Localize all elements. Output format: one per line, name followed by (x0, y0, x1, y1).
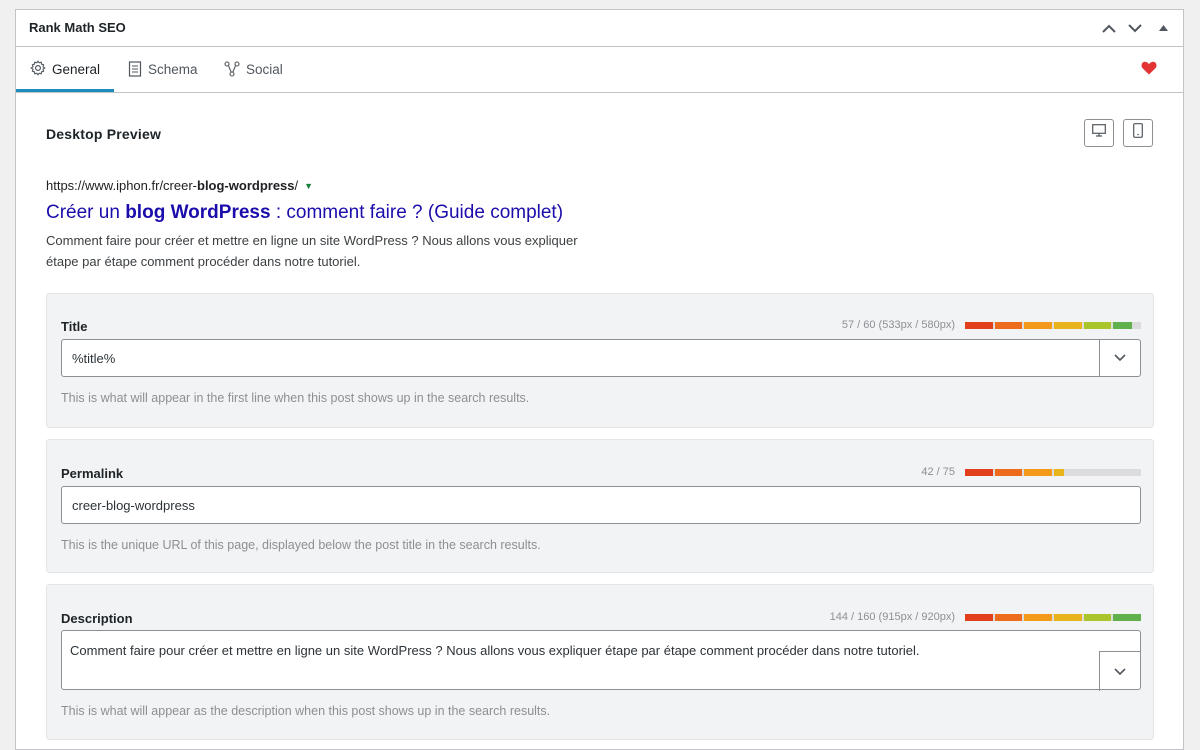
panel-header: Rank Math SEO (16, 10, 1183, 47)
serp-title-part1: Créer un (46, 202, 126, 223)
description-length-bar (965, 614, 1141, 621)
rank-math-seo-panel: Rank Math SEO General Schema Social Desk… (15, 9, 1184, 750)
title-help-text: This is what will appear in the first li… (61, 391, 530, 405)
permalink-label: Permalink (61, 466, 124, 481)
title-input-value: %title% (72, 351, 116, 366)
length-bar-segment (1054, 322, 1082, 329)
panel-title: Rank Math SEO (29, 20, 126, 35)
chevron-down-icon[interactable] (1099, 651, 1140, 691)
tab-schema-label: Schema (148, 61, 198, 77)
serp-title: Créer un blog WordPress : comment faire … (46, 202, 563, 224)
triangle-up-icon[interactable] (1153, 18, 1173, 38)
document-icon (128, 61, 142, 77)
mobile-preview-button[interactable] (1123, 119, 1153, 147)
description-label: Description (61, 611, 133, 626)
length-bar-segment (1083, 614, 1112, 621)
length-bar-segment (994, 469, 1023, 476)
tab-social[interactable]: Social (224, 47, 283, 91)
heart-icon[interactable] (1141, 61, 1157, 80)
permalink-help-text: This is the unique URL of this page, dis… (61, 538, 541, 552)
length-bar-segment (994, 322, 1023, 329)
description-textarea[interactable]: Comment faire pour créer et mettre en li… (61, 630, 1141, 691)
serp-url-suffix: / (294, 178, 299, 193)
mobile-icon (1133, 123, 1143, 143)
serp-url: https://www.iphon.fr/creer-blog-wordpres… (46, 178, 313, 193)
tab-general-label: General (52, 62, 101, 77)
chevron-up-icon[interactable] (1099, 18, 1119, 38)
preview-heading: Desktop Preview (46, 126, 162, 142)
length-bar-segment (1024, 614, 1052, 621)
chevron-down-icon[interactable] (1125, 18, 1145, 38)
length-bar-segment (1054, 614, 1082, 621)
serp-title-bold: blog WordPress (125, 202, 271, 223)
chevron-down-icon[interactable] (1099, 340, 1140, 376)
serp-url-bold: blog-wordpress (197, 178, 295, 193)
length-bar-segment (965, 614, 993, 621)
length-bar-segment (1024, 469, 1052, 476)
serp-url-prefix: https://www.iphon.fr/creer- (46, 178, 197, 193)
description-counter: 144 / 160 (915px / 920px) (829, 611, 955, 623)
title-counter: 57 / 60 (533px / 580px) (841, 319, 955, 331)
title-field-box: Title 57 / 60 (533px / 580px) %title% Th… (46, 293, 1154, 428)
desktop-preview-button[interactable] (1084, 119, 1114, 147)
serp-description: Comment faire pour créer et mettre en li… (46, 230, 616, 272)
length-bar-segment (1024, 322, 1052, 329)
title-label: Title (61, 319, 88, 334)
tab-schema[interactable]: Schema (128, 47, 198, 91)
permalink-length-bar (965, 469, 1141, 476)
serp-title-part2: : comment faire ? (Guide complet) (270, 202, 564, 223)
length-bar-segment (965, 322, 993, 329)
permalink-input-value: creer-blog-wordpress (72, 498, 195, 513)
length-bar-segment (994, 614, 1023, 621)
description-textarea-value: Comment faire pour créer et mettre en li… (70, 643, 920, 658)
length-bar-segment (1113, 322, 1133, 329)
gear-icon (30, 60, 46, 76)
length-bar-segment (1083, 322, 1112, 329)
tab-general[interactable]: General (16, 47, 115, 92)
desktop-icon (1092, 124, 1106, 142)
length-bar-segment (1054, 469, 1064, 476)
length-bar-segment (965, 469, 993, 476)
tab-bar: General Schema Social (16, 47, 1183, 93)
title-length-bar (965, 322, 1141, 329)
serp-desc-line1: Comment faire pour créer et mettre en li… (46, 233, 578, 248)
caret-down-icon: ▼ (304, 181, 314, 191)
description-field-box: Description 144 / 160 (915px / 920px) Co… (46, 584, 1154, 740)
permalink-input[interactable]: creer-blog-wordpress (61, 486, 1141, 524)
serp-desc-line2: étape par étape comment procéder dans no… (46, 254, 361, 269)
share-icon (224, 61, 240, 77)
permalink-counter: 42 / 75 (921, 466, 955, 478)
length-bar-segment (1113, 614, 1141, 621)
permalink-field-box: Permalink 42 / 75 creer-blog-wordpress T… (46, 439, 1154, 573)
title-input[interactable]: %title% (61, 339, 1141, 377)
description-help-text: This is what will appear as the descript… (61, 704, 551, 718)
tab-social-label: Social (246, 61, 283, 77)
